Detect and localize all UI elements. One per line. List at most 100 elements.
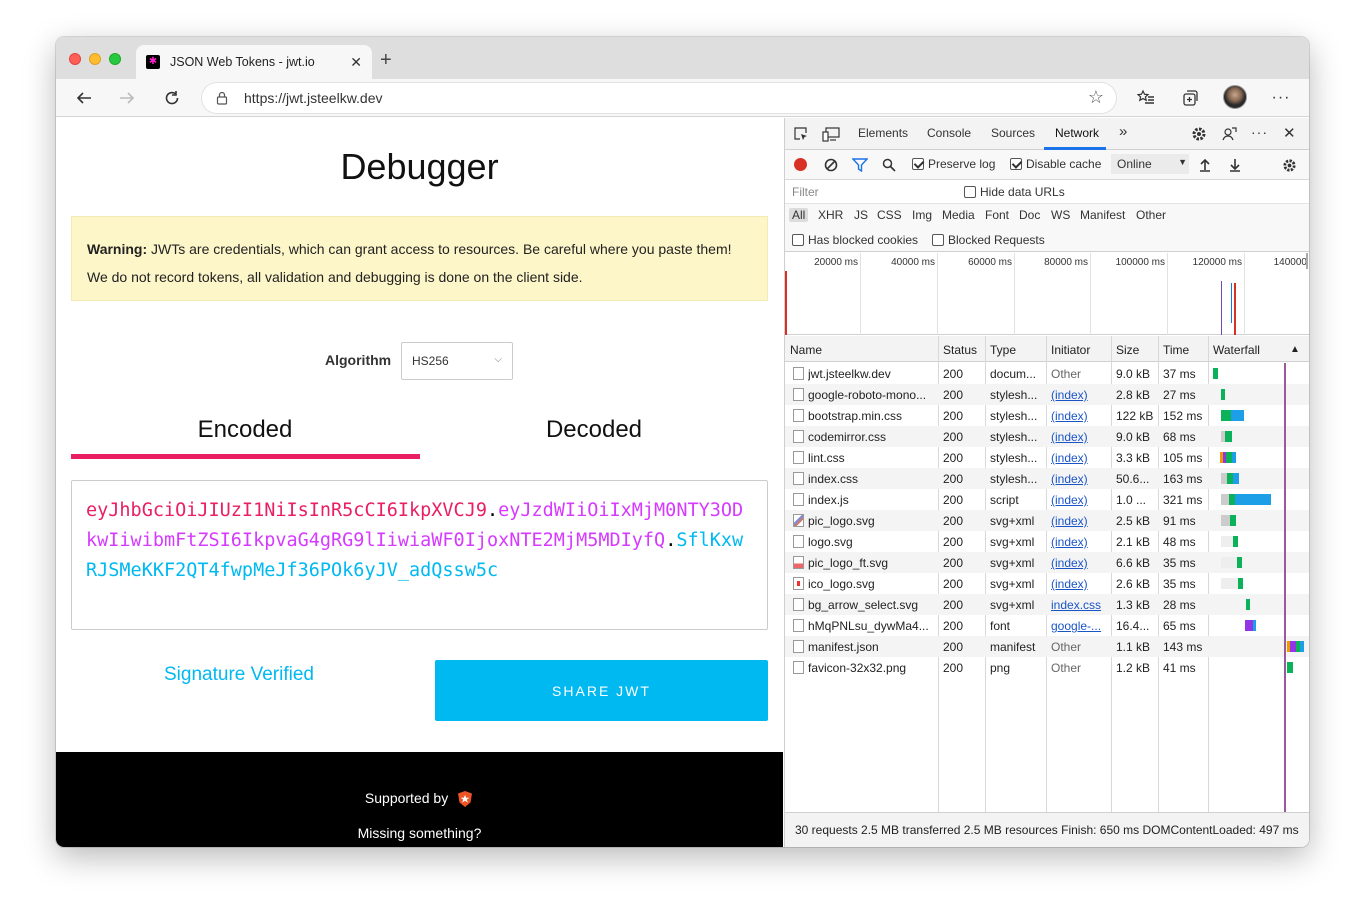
more-menu-icon[interactable]: ··· — [1267, 84, 1295, 112]
devtools-tab-network[interactable]: Network — [1055, 126, 1099, 140]
maximize-window-button[interactable] — [109, 53, 121, 65]
refresh-button[interactable] — [158, 84, 186, 112]
table-row[interactable]: manifest.json 200 manifest Other 1.1 kB 143 m… — [785, 636, 1309, 657]
export-har-icon[interactable] — [1229, 158, 1241, 172]
back-button[interactable] — [70, 84, 98, 112]
import-har-icon[interactable] — [1199, 158, 1211, 172]
algorithm-select[interactable]: HS256 ⌵ — [401, 342, 513, 380]
table-row[interactable]: hMqPNLsu_dywMa4... 200 font google-... 16.4.… — [785, 615, 1309, 636]
request-initiator[interactable]: (index) — [1051, 535, 1109, 549]
column-waterfall[interactable]: Waterfall — [1213, 343, 1260, 357]
request-initiator[interactable]: (index) — [1051, 388, 1109, 402]
timeline-overview[interactable]: 20000 ms 40000 ms 60000 ms 80000 ms 1000… — [785, 253, 1309, 335]
request-initiator[interactable]: (index) — [1051, 577, 1109, 591]
sort-ascending-icon[interactable]: ▲ — [1290, 344, 1300, 355]
tab-encoded[interactable]: Encoded — [71, 416, 419, 444]
table-row[interactable]: index.css 200 stylesh... (index) 50.6... 163 … — [785, 468, 1309, 489]
type-filter-xhr[interactable]: XHR — [818, 208, 843, 222]
favorites-button[interactable] — [1132, 84, 1160, 112]
type-filter-doc[interactable]: Doc — [1019, 208, 1040, 222]
network-settings-icon[interactable] — [1282, 158, 1297, 173]
type-filter-other[interactable]: Other — [1136, 208, 1166, 222]
feedback-icon[interactable] — [1221, 126, 1237, 142]
column-time[interactable]: Time — [1163, 343, 1189, 357]
request-initiator[interactable]: (index) — [1051, 409, 1109, 423]
request-name[interactable]: lint.css — [808, 451, 936, 465]
missing-something-link[interactable]: Missing something? — [56, 825, 783, 841]
more-tabs-icon[interactable]: » — [1119, 123, 1127, 140]
type-filter-css[interactable]: CSS — [877, 208, 902, 222]
column-name[interactable]: Name — [790, 343, 822, 357]
request-initiator[interactable]: (index) — [1051, 451, 1109, 465]
request-name[interactable]: pic_logo.svg — [808, 514, 936, 528]
encoded-token-editor[interactable]: eyJhbGciOiJIUzI1NiIsInR5cCI6IkpXVCJ9.eyJ… — [71, 480, 768, 630]
devtools-tab-elements[interactable]: Elements — [858, 126, 908, 140]
request-name[interactable]: google-roboto-mono... — [808, 388, 936, 402]
table-row[interactable]: favicon-32x32.png 200 png Other 1.2 kB 41 ms — [785, 657, 1309, 678]
column-initiator[interactable]: Initiator — [1051, 343, 1090, 357]
close-devtools-icon[interactable]: ✕ — [1283, 124, 1296, 142]
request-name[interactable]: manifest.json — [808, 640, 936, 654]
url-text[interactable]: https://jwt.jsteelkw.dev — [244, 90, 383, 106]
request-name[interactable]: index.js — [808, 493, 936, 507]
record-icon[interactable] — [794, 158, 807, 171]
collections-button[interactable] — [1176, 84, 1204, 112]
request-initiator[interactable]: google-... — [1051, 619, 1109, 633]
request-name[interactable]: ico_logo.svg — [808, 577, 936, 591]
request-name[interactable]: bootstrap.min.css — [808, 409, 936, 423]
hide-data-urls-checkbox[interactable]: Hide data URLs — [964, 185, 1065, 199]
minimize-window-button[interactable] — [89, 53, 101, 65]
request-initiator[interactable]: (index) — [1051, 472, 1109, 486]
type-filter-img[interactable]: Img — [912, 208, 932, 222]
browser-tab[interactable]: ✱ JSON Web Tokens - jwt.io ✕ — [136, 45, 372, 79]
request-name[interactable]: pic_logo_ft.svg — [808, 556, 936, 570]
request-initiator[interactable]: index.css — [1051, 598, 1109, 612]
request-initiator[interactable]: (index) — [1051, 493, 1109, 507]
request-name[interactable]: jwt.jsteelkw.dev — [808, 367, 936, 381]
devtools-tab-console[interactable]: Console — [927, 126, 971, 140]
favorite-star-icon[interactable]: ☆ — [1088, 87, 1104, 108]
inspect-element-icon[interactable] — [793, 126, 809, 142]
column-status[interactable]: Status — [943, 343, 977, 357]
request-name[interactable]: codemirror.css — [808, 430, 936, 444]
filter-icon[interactable] — [852, 158, 868, 172]
request-initiator[interactable]: (index) — [1051, 556, 1109, 570]
request-initiator[interactable]: (index) — [1051, 430, 1109, 444]
close-tab-icon[interactable]: ✕ — [350, 54, 362, 71]
devtools-more-icon[interactable]: ··· — [1251, 124, 1268, 140]
tab-decoded[interactable]: Decoded — [420, 416, 768, 444]
type-filter-ws[interactable]: WS — [1051, 208, 1070, 222]
table-row[interactable]: logo.svg 200 svg+xml (index) 2.1 kB 48 ms — [785, 531, 1309, 552]
table-row[interactable]: index.js 200 script (index) 1.0 ... 321 ms — [785, 489, 1309, 510]
disable-cache-checkbox[interactable]: Disable cache — [1010, 157, 1101, 171]
filter-input[interactable]: Filter — [789, 182, 951, 202]
address-bar[interactable]: https://jwt.jsteelkw.dev ☆ — [202, 83, 1116, 113]
type-filter-font[interactable]: Font — [985, 208, 1009, 222]
device-emulation-icon[interactable] — [822, 126, 840, 142]
forward-button[interactable] — [113, 84, 141, 112]
type-filter-js[interactable]: JS — [854, 208, 868, 222]
settings-gear-icon[interactable] — [1191, 126, 1207, 142]
table-row[interactable]: pic_logo_ft.svg 200 svg+xml (index) 6.6 kB 35… — [785, 552, 1309, 573]
preserve-log-checkbox[interactable]: Preserve log — [912, 157, 995, 171]
table-row[interactable]: pic_logo.svg 200 svg+xml (index) 2.5 kB 91 ms — [785, 510, 1309, 531]
request-name[interactable]: index.css — [808, 472, 936, 486]
request-name[interactable]: hMqPNLsu_dywMa4... — [808, 619, 936, 633]
profile-avatar[interactable] — [1223, 85, 1247, 109]
table-row[interactable]: bg_arrow_select.svg 200 svg+xml index.css 1.… — [785, 594, 1309, 615]
table-row[interactable]: ico_logo.svg 200 svg+xml (index) 2.6 kB 35 ms — [785, 573, 1309, 594]
throttle-select[interactable]: Online ▼ — [1111, 154, 1189, 174]
clear-icon[interactable] — [824, 158, 838, 172]
type-filter-manifest[interactable]: Manifest — [1080, 208, 1125, 222]
table-row[interactable]: codemirror.css 200 stylesh... (index) 9.0 kB… — [785, 426, 1309, 447]
has-blocked-cookies-checkbox[interactable]: Has blocked cookies — [792, 233, 918, 247]
table-row[interactable]: bootstrap.min.css 200 stylesh... (index) 122… — [785, 405, 1309, 426]
table-row[interactable]: jwt.jsteelkw.dev 200 docum... Other 9.0 kB 37… — [785, 363, 1309, 384]
type-filter-all[interactable]: All — [789, 208, 809, 222]
table-row[interactable]: lint.css 200 stylesh... (index) 3.3 kB 105 ms — [785, 447, 1309, 468]
request-initiator[interactable]: (index) — [1051, 514, 1109, 528]
auth0-logo-icon[interactable] — [456, 790, 474, 808]
search-icon[interactable] — [882, 158, 896, 172]
column-size[interactable]: Size — [1116, 343, 1139, 357]
devtools-tab-sources[interactable]: Sources — [991, 126, 1035, 140]
